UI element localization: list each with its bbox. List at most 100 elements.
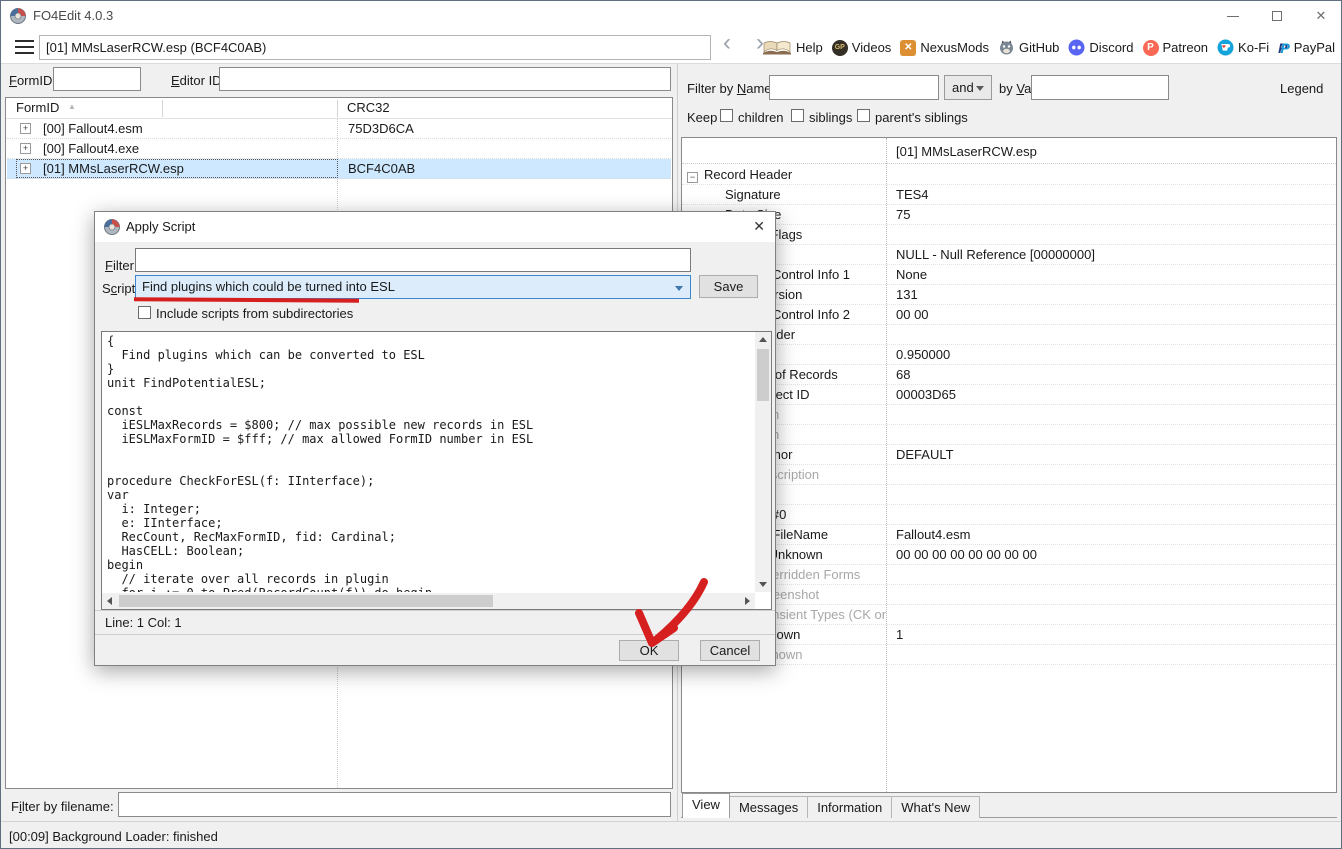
- close-icon[interactable]: ✕: [1299, 1, 1342, 31]
- nexusmods-icon: ✕: [900, 40, 916, 56]
- vscroll-thumb[interactable]: [757, 349, 769, 401]
- plugin-crc32: BCF4C0AB: [348, 161, 415, 176]
- nexusmods-link[interactable]: ✕NexusMods: [900, 40, 989, 56]
- save-button[interactable]: Save: [699, 275, 758, 298]
- kofi-link[interactable]: Ko-Fi: [1217, 39, 1269, 56]
- record-field-value: [886, 325, 896, 344]
- record-row[interactable]: −Record Header: [682, 165, 1336, 185]
- scroll-right-icon[interactable]: [745, 597, 750, 605]
- tab-information[interactable]: Information: [807, 796, 892, 818]
- dialog-script-label: Script: [102, 281, 135, 296]
- maximize-icon[interactable]: [1255, 1, 1299, 31]
- record-column-header[interactable]: [01] MMsLaserRCW.esp: [682, 142, 1336, 164]
- record-row[interactable]: Version Control Info 1None: [682, 265, 1336, 285]
- record-row[interactable]: SNAM - Description: [682, 465, 1336, 485]
- ok-button[interactable]: OK: [619, 640, 679, 661]
- record-row[interactable]: SignatureTES4: [682, 185, 1336, 205]
- editorid-input[interactable]: [219, 67, 671, 91]
- code-vertical-scrollbar[interactable]: [755, 332, 771, 592]
- kofi-icon: [1217, 39, 1234, 56]
- apply-script-dialog: Apply Script ✕ Filter Script Find plugin…: [94, 211, 776, 666]
- expand-plus-icon[interactable]: +: [20, 163, 31, 174]
- expand-plus-icon[interactable]: +: [20, 143, 31, 154]
- cancel-button[interactable]: Cancel: [700, 640, 760, 661]
- tree-row[interactable]: +[00] Fallout4.esm75D3D6CA: [7, 119, 671, 139]
- sort-asc-icon: ▲: [68, 102, 76, 111]
- scroll-down-icon[interactable]: [759, 582, 767, 587]
- formid-label: FormID: [9, 73, 52, 88]
- minimize-icon[interactable]: [1211, 1, 1255, 31]
- record-row[interactable]: −Master File #0: [682, 505, 1336, 525]
- record-row[interactable]: Unknown: [682, 425, 1336, 445]
- record-row[interactable]: Data Size75: [682, 205, 1336, 225]
- collapse-minus-icon[interactable]: −: [687, 172, 698, 183]
- code-horizontal-scrollbar[interactable]: [102, 593, 755, 609]
- record-row[interactable]: −HEDR - Header: [682, 325, 1336, 345]
- record-row[interactable]: Version Control Info 200 00: [682, 305, 1336, 325]
- filter-operator-select[interactable]: and: [944, 75, 992, 100]
- dialog-filter-input[interactable]: [135, 248, 691, 272]
- legend-label[interactable]: Legend: [1280, 81, 1323, 96]
- discord-label: Discord: [1089, 40, 1133, 55]
- record-row[interactable]: INTV - Unknown1: [682, 625, 1336, 645]
- record-row[interactable]: Next Object ID00003D65: [682, 385, 1336, 405]
- record-field-value: 131: [886, 285, 918, 304]
- script-combobox[interactable]: Find plugins which could be turned into …: [135, 275, 691, 299]
- record-row[interactable]: FormIDNULL - Null Reference [00000000]: [682, 245, 1336, 265]
- tree-header[interactable]: FormID ▲ CRC32: [6, 98, 672, 119]
- record-row[interactable]: Unknown: [682, 405, 1336, 425]
- window-title: FO4Edit 4.0.3: [33, 8, 113, 23]
- record-field-value: [886, 485, 896, 504]
- tree-row[interactable]: +[00] Fallout4.exe: [7, 139, 671, 159]
- subdirectories-checkbox[interactable]: [138, 306, 151, 319]
- paypal-link[interactable]: PPPayPal: [1278, 40, 1335, 56]
- record-row[interactable]: TNAM - Transient Types (CK only): [682, 605, 1336, 625]
- record-row[interactable]: CNAM - AuthorDEFAULT: [682, 445, 1336, 465]
- record-row[interactable]: Record Flags: [682, 225, 1336, 245]
- keep-children-checkbox[interactable]: [720, 109, 733, 122]
- scroll-up-icon[interactable]: [759, 337, 767, 342]
- tab-what-s-new[interactable]: What's New: [891, 796, 980, 818]
- record-row[interactable]: SCRN - Screenshot: [682, 585, 1336, 605]
- record-field-value: [886, 585, 896, 604]
- expand-plus-icon[interactable]: +: [20, 123, 31, 134]
- record-field-value: 00 00 00 00 00 00 00 00: [886, 545, 1037, 564]
- videos-link[interactable]: GPVideos: [832, 40, 892, 56]
- filename-filter-input[interactable]: [118, 792, 671, 817]
- record-row[interactable]: INCC - Unknown: [682, 645, 1336, 665]
- record-row[interactable]: ONAM - Overridden Forms: [682, 565, 1336, 585]
- keep-parents-siblings-checkbox[interactable]: [857, 109, 870, 122]
- scroll-left-icon[interactable]: [107, 597, 112, 605]
- tab-messages[interactable]: Messages: [729, 796, 808, 818]
- record-row[interactable]: [682, 485, 1336, 505]
- keep-siblings-checkbox[interactable]: [791, 109, 804, 122]
- patreon-link[interactable]: PPatreon: [1143, 40, 1209, 56]
- record-field-value: [886, 505, 896, 524]
- filter-value-input[interactable]: [1031, 75, 1169, 100]
- record-row[interactable]: DATA - Unknown00 00 00 00 00 00 00 00: [682, 545, 1336, 565]
- filter-name-input[interactable]: [769, 75, 939, 100]
- tree-row[interactable]: +[01] MMsLaserRCW.espBCF4C0AB: [7, 159, 671, 179]
- fo4edit-window: FO4Edit 4.0.3 ✕ [01] MMsLaserRCW.esp (BC…: [0, 0, 1342, 849]
- hscroll-thumb[interactable]: [119, 595, 493, 607]
- script-code[interactable]: { Find plugins which can be converted to…: [102, 332, 754, 592]
- dialog-close-icon[interactable]: ✕: [753, 218, 765, 235]
- status-text: [00:09] Background Loader: finished: [9, 829, 218, 844]
- back-chevron-icon[interactable]: ‹: [723, 29, 731, 57]
- record-row[interactable]: Number of Records68: [682, 365, 1336, 385]
- filename-filter-label: Filter by filename:: [11, 799, 114, 814]
- menu-icon[interactable]: [15, 40, 34, 54]
- github-link[interactable]: GitHub: [998, 39, 1059, 56]
- record-row[interactable]: Form Version131: [682, 285, 1336, 305]
- plugin-selector-combobox[interactable]: [01] MMsLaserRCW.esp (BCF4C0AB): [39, 35, 711, 60]
- record-row[interactable]: MAST - FileNameFallout4.esm: [682, 525, 1336, 545]
- discord-link[interactable]: Discord: [1068, 39, 1133, 56]
- record-field-name: Signature: [682, 185, 886, 204]
- formid-input[interactable]: [53, 67, 141, 91]
- record-row[interactable]: Version0.950000: [682, 345, 1336, 365]
- record-field-value: 00003D65: [886, 385, 956, 404]
- record-field-value: None: [886, 265, 927, 284]
- gp-icon: GP: [832, 40, 848, 56]
- help-link[interactable]: Help: [762, 40, 823, 56]
- tab-view[interactable]: View: [682, 793, 730, 818]
